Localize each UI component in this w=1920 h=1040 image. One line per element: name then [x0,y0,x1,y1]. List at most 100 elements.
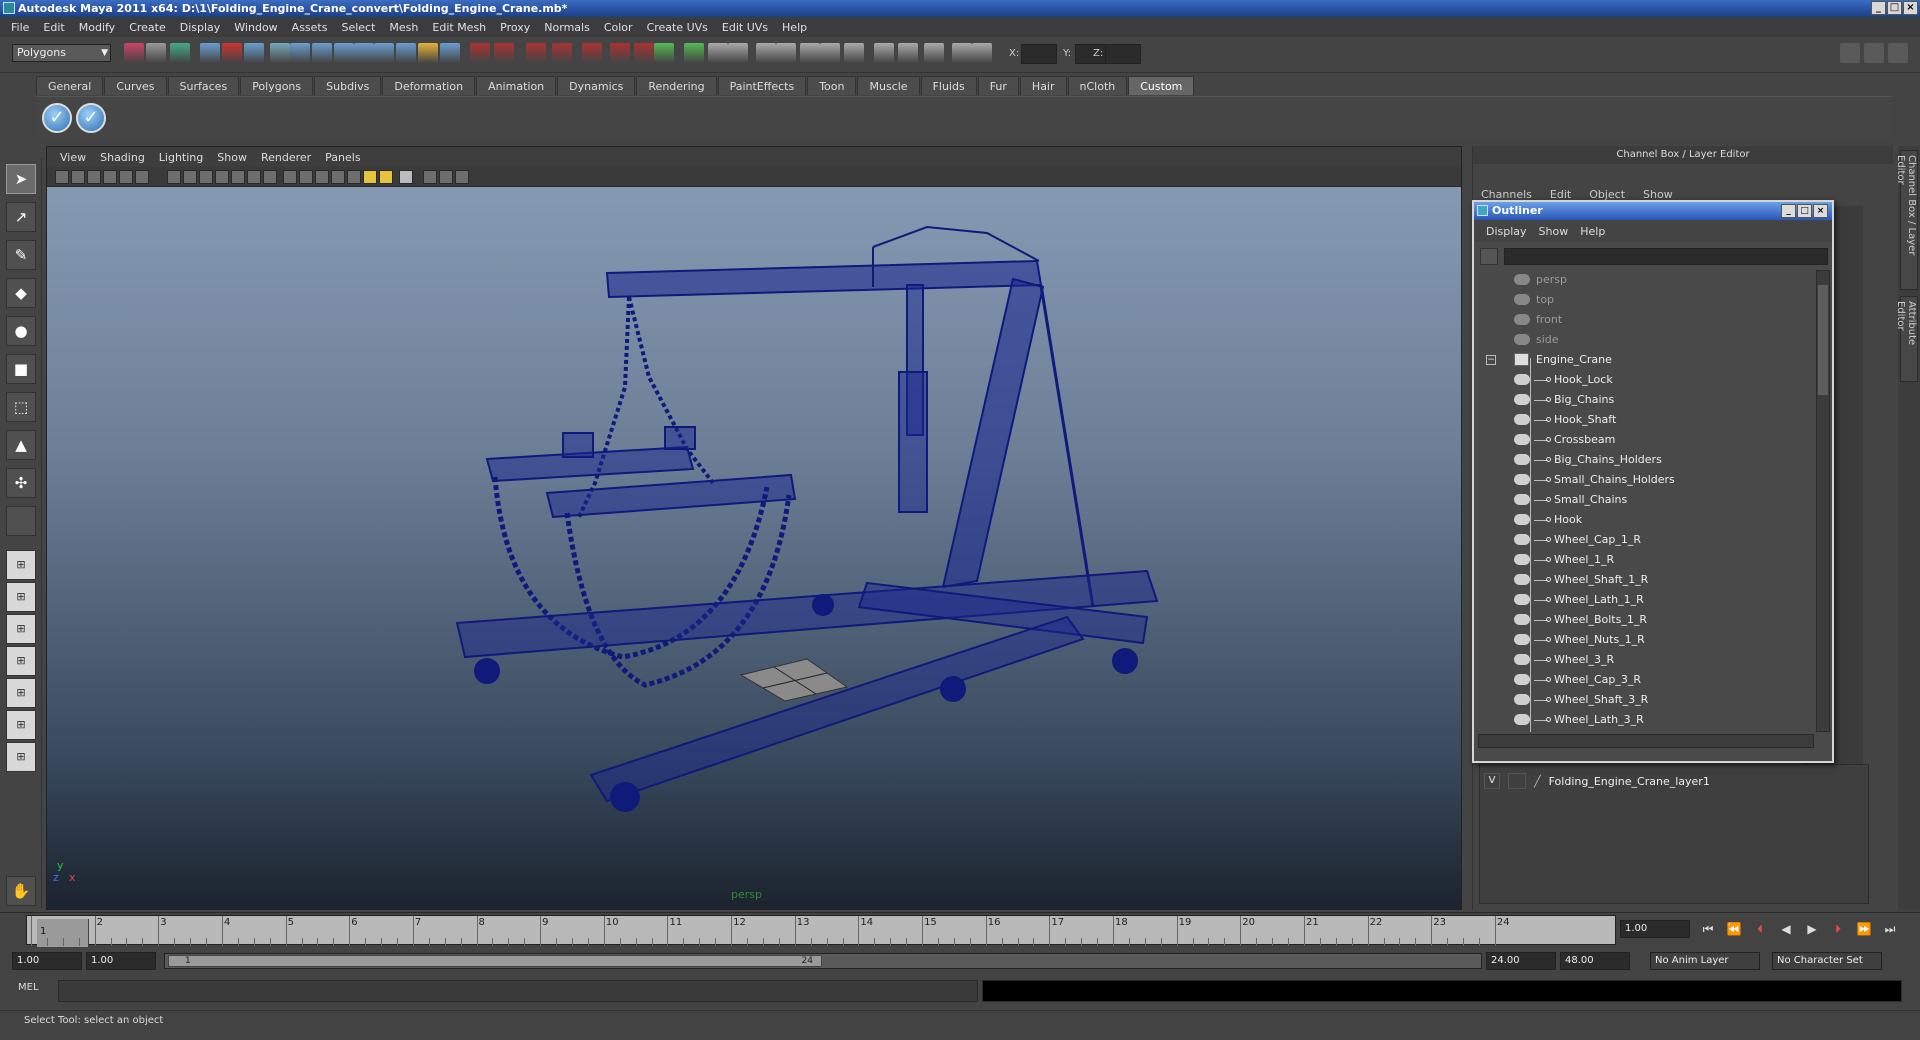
viewport-tool-14[interactable] [283,170,297,184]
status-line-tool-6[interactable] [244,43,264,63]
show-manipulator-tool[interactable]: ✣ [6,468,36,498]
menu-set-selector[interactable]: Polygons ▼ [12,44,111,62]
shelf-tab-surfaces[interactable]: Surfaces [167,76,240,95]
menu-color[interactable]: Color [597,21,640,34]
outliner-camera-side[interactable]: side [1478,330,1814,350]
status-line-tool-19[interactable] [552,43,572,63]
outliner-item-big-chains[interactable]: Big_Chains [1478,390,1814,410]
channel-box-tab[interactable]: Channel Box / Layer Editor [1895,150,1918,290]
mel-label[interactable]: MEL [18,982,39,993]
viewport-tool-9[interactable] [199,170,213,184]
outliner-item-small-chains-holders[interactable]: Small_Chains_Holders [1478,470,1814,490]
outliner-item-wheel-lath-3-r[interactable]: Wheel_Lath_3_R [1478,710,1814,730]
layer-type-toggle[interactable] [1508,773,1526,789]
outliner-group-engine-crane[interactable]: − Engine_Crane [1478,350,1814,370]
outliner-item-hook[interactable]: Hook [1478,510,1814,530]
layout-hypershade-persp-button[interactable]: ⊞ [6,710,36,740]
status-line-tool-23[interactable] [654,43,674,63]
viewport-tool-16[interactable] [315,170,329,184]
shelf-tab-fur[interactable]: Fur [977,76,1019,95]
shelf-tab-curves[interactable]: Curves [104,76,167,95]
status-line-tool-22[interactable] [634,43,654,63]
menu-proxy[interactable]: Proxy [493,21,537,34]
menu-modify[interactable]: Modify [72,21,122,34]
display-layer-row[interactable]: V ╱ Folding_Engine_Crane_layer1 [1484,773,1710,789]
viewport-menu-view[interactable]: View [53,151,93,164]
layout-graph-persp-button[interactable]: ⊞ [6,646,36,676]
manipulator-tool[interactable]: ⬚ [6,392,36,422]
status-line-tool-36[interactable] [972,43,992,63]
shelf-tab-subdivs[interactable]: Subdivs [314,76,382,95]
viewport-tool-18[interactable] [347,170,361,184]
viewport-tool-8[interactable] [183,170,197,184]
menu-help[interactable]: Help [775,21,814,34]
menu-edit-uvs[interactable]: Edit UVs [715,21,775,34]
outliner-item-wheel-lath-1-r[interactable]: Wheel_Lath_1_R [1478,590,1814,610]
viewport-tool-7[interactable] [167,170,181,184]
outliner-vertical-scrollbar[interactable] [1816,270,1830,732]
shelf-tab-toon[interactable]: Toon [807,76,857,95]
go-to-end-icon[interactable]: ⏭ [1882,921,1898,937]
close-button[interactable]: × [1903,1,1918,15]
menu-create[interactable]: Create [122,21,173,34]
viewport-tool-13[interactable] [263,170,277,184]
menu-select[interactable]: Select [334,21,382,34]
play-backwards-icon[interactable]: ◀ [1778,921,1794,937]
status-line-tool-18[interactable] [526,43,546,63]
viewport-tool-5[interactable] [119,170,133,184]
status-line-tool-10[interactable] [334,43,354,63]
viewport-tool-10[interactable] [215,170,229,184]
outliner-menu-display[interactable]: Display [1480,225,1533,238]
shelf-tab-ncloth[interactable]: nCloth [1067,76,1128,95]
step-forward-icon[interactable]: ⏩ [1856,921,1872,937]
filter-icon[interactable] [1480,248,1498,265]
viewport-tool-2[interactable] [71,170,85,184]
rotate-tool[interactable]: ● [6,316,36,346]
z-coord-field[interactable] [1105,44,1141,64]
toggle-attribute-editor-button[interactable] [1840,43,1860,63]
status-line-tool-16[interactable] [470,43,490,63]
menu-file[interactable]: File [4,21,36,34]
status-line-tool-11[interactable] [354,43,374,63]
shelf-tab-deformation[interactable]: Deformation [382,76,476,95]
character-set-selector[interactable]: No Character Set [1772,952,1882,970]
outliner-item-crossbeam[interactable]: Crossbeam [1478,430,1814,450]
outliner-camera-persp[interactable]: persp [1478,270,1814,290]
outliner-close-button[interactable]: × [1813,204,1828,218]
outliner-item-hook-shaft[interactable]: Hook_Shaft [1478,410,1814,430]
viewport-tool-11[interactable] [231,170,245,184]
viewport-tool-1[interactable] [55,170,69,184]
outliner-item-wheel-1-r[interactable]: Wheel_1_R [1478,550,1814,570]
anim-layer-selector[interactable]: No Anim Layer [1650,952,1760,970]
viewport-tool-17[interactable] [331,170,345,184]
viewport-tool-12[interactable] [247,170,261,184]
move-tool[interactable]: ◆ [6,278,36,308]
status-line-tool-12[interactable] [374,43,394,63]
shelf-tab-hair[interactable]: Hair [1019,76,1067,95]
step-forward-key-icon[interactable]: ⏵ [1830,921,1846,937]
status-line-tool-34[interactable] [924,43,944,63]
viewport-tool-21[interactable] [399,170,413,184]
menu-window[interactable]: Window [227,21,284,34]
outliner-item-hook-lock[interactable]: Hook_Lock [1478,370,1814,390]
status-line-tool-31[interactable] [844,43,864,63]
status-line-tool-4[interactable] [200,43,220,63]
persp-viewport[interactable]: View Shading Lighting Show Renderer Pane… [46,146,1462,910]
status-line-tool-26[interactable] [728,43,748,63]
x-coord-field[interactable] [1021,44,1057,64]
shelf-tab-polygons[interactable]: Polygons [240,76,314,95]
menu-mesh[interactable]: Mesh [382,21,425,34]
outliner-maximize-button[interactable]: □ [1797,204,1812,218]
lasso-tool[interactable]: ↗ [6,202,36,232]
viewport-tool-23[interactable] [439,170,453,184]
layout-persp-graph-hypershade-button[interactable]: ⊞ [6,678,36,708]
outliner-filter-field[interactable] [1504,248,1828,265]
range-bar[interactable]: 1 24 [164,953,1482,969]
status-line-tool-7[interactable] [270,43,290,63]
status-line-tool-29[interactable] [800,43,820,63]
viewport-tool-22[interactable] [423,170,437,184]
outliner-menu-show[interactable]: Show [1533,225,1575,238]
status-line-tool-25[interactable] [708,43,728,63]
playback-end-field[interactable]: 24.00 [1486,952,1556,970]
scale-tool[interactable]: ■ [6,354,36,384]
